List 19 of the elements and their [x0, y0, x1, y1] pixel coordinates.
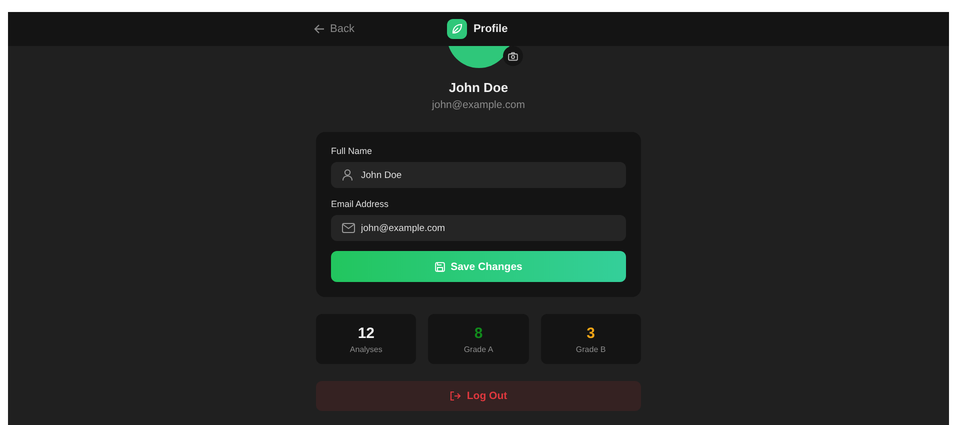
- back-link[interactable]: Back: [314, 23, 354, 35]
- field-label: Full Name: [331, 146, 374, 156]
- stat-label: Analyses: [350, 344, 382, 354]
- stat-label: Grade B: [576, 344, 606, 354]
- stat-value: 3: [586, 324, 595, 342]
- logout-icon: [450, 391, 461, 401]
- stat-value: 12: [358, 324, 374, 342]
- input-field[interactable]: john@example.com: [331, 215, 626, 241]
- stat-label: Grade A: [464, 344, 494, 354]
- stat-value: 8: [474, 324, 483, 342]
- input-field[interactable]: John Doe: [331, 162, 626, 188]
- user-name: John Doe: [448, 80, 508, 95]
- user-email: john@example.com: [432, 99, 525, 111]
- field-label: Email Address: [331, 199, 390, 209]
- logout-button[interactable]: Log Out: [316, 381, 641, 411]
- back-arrow-icon: [314, 24, 325, 34]
- camera-icon[interactable]: [502, 46, 522, 66]
- page-title: Profile: [473, 23, 508, 35]
- leaf-icon: [447, 19, 468, 39]
